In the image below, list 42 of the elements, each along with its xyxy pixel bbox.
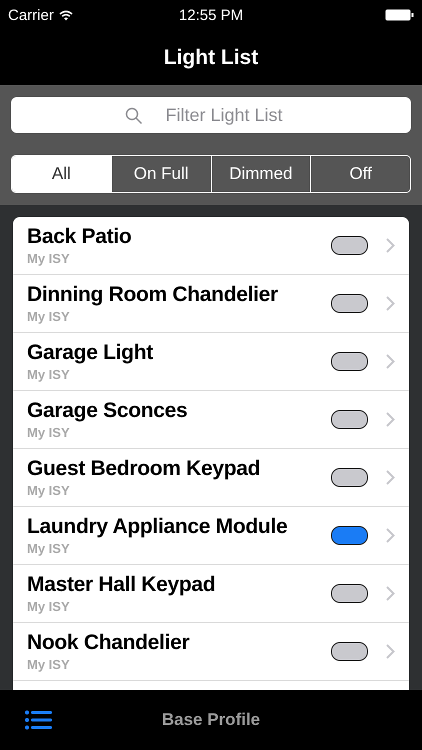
wifi-icon <box>58 10 73 20</box>
chevron-icon <box>386 354 395 369</box>
filter-tab[interactable]: Off <box>310 156 410 192</box>
light-name: Dinning Room Chandelier <box>27 283 279 307</box>
chevron-icon <box>386 412 395 427</box>
search-field[interactable]: Filter Light List <box>11 97 411 133</box>
light-subtitle: My ISY <box>27 251 71 266</box>
light-row[interactable]: Garage Sconces My ISY <box>13 391 409 449</box>
light-name: Nook Chandelier <box>27 631 190 655</box>
light-row[interactable]: Guest Bedroom Keypad My ISY <box>13 449 409 507</box>
light-subtitle: My ISY <box>27 541 71 556</box>
light-name: Master Hall Keypad <box>27 573 216 597</box>
chevron-icon <box>386 470 395 485</box>
light-name: Laundry Appliance Module <box>27 515 288 539</box>
light-name: Guest Bedroom Keypad <box>27 457 262 481</box>
chevron-icon <box>386 644 395 659</box>
list-icon[interactable] <box>25 710 53 730</box>
chevron-icon <box>386 528 395 543</box>
filter-tab[interactable]: All <box>12 156 111 192</box>
light-name: Back Patio <box>27 225 132 249</box>
light-subtitle: My ISY <box>27 483 71 498</box>
light-subtitle: My ISY <box>27 425 71 440</box>
light-row[interactable]: Laundry Appliance Module My ISY <box>13 507 409 565</box>
status-time: 12:55 PM <box>178 6 244 24</box>
light-subtitle: My ISY <box>27 657 71 672</box>
light-name: Garage Sconces <box>27 399 188 423</box>
light-subtitle: My ISY <box>27 599 71 614</box>
light-row[interactable]: Dinning Room Chandelier My ISY <box>13 275 409 333</box>
carrier-label: Carrier <box>8 6 54 24</box>
battery-icon <box>385 9 414 21</box>
light-row[interactable]: Garage Light My ISY <box>13 333 409 391</box>
light-subtitle: My ISY <box>27 309 71 324</box>
light-row[interactable]: Master Hall Keypad My ISY <box>13 565 409 623</box>
light-name: Garage Light <box>27 341 154 365</box>
light-row[interactable]: Nook Chandelier My ISY <box>13 623 409 681</box>
profile-title: Base Profile <box>162 710 260 730</box>
chevron-icon <box>386 296 395 311</box>
chevron-icon <box>386 238 395 253</box>
chevron-icon <box>386 586 395 601</box>
screen-title: Light List <box>164 46 258 70</box>
light-subtitle: My ISY <box>27 367 71 382</box>
light-row[interactable]: Back Patio My ISY <box>13 217 409 275</box>
